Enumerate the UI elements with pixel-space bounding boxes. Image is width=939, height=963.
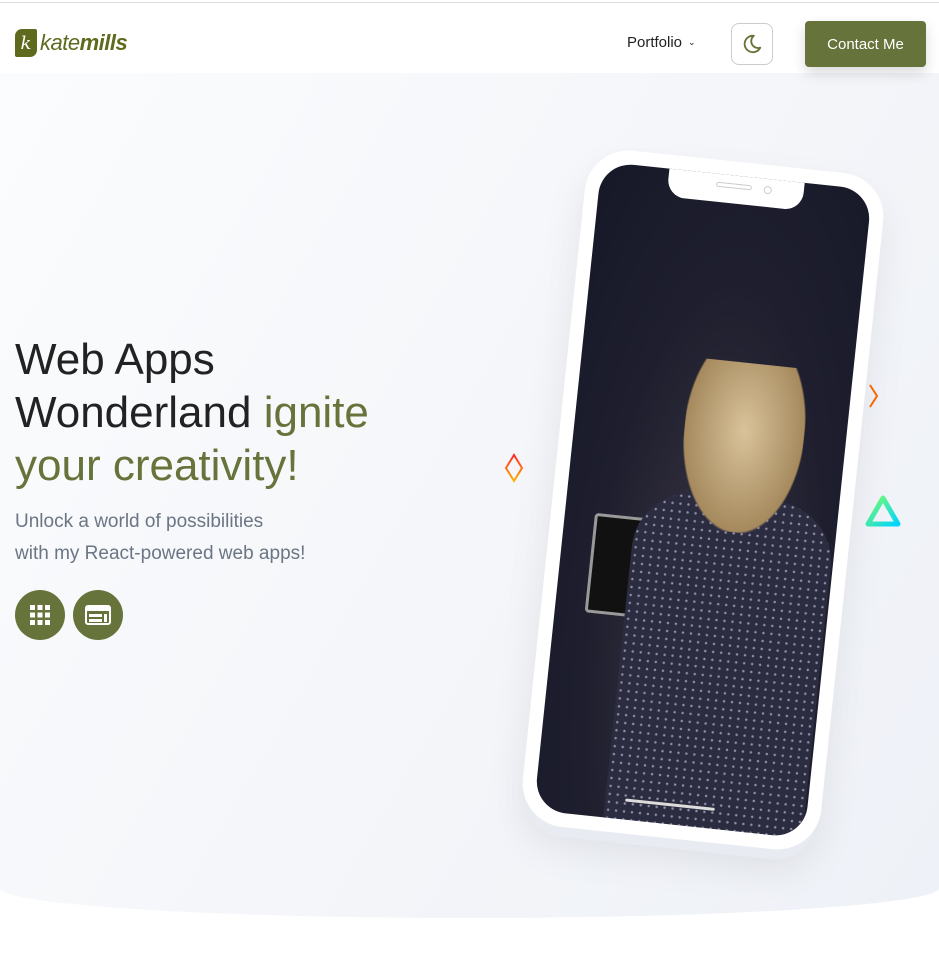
logo-mark: k [15, 29, 37, 57]
person-dress-shape [600, 487, 837, 839]
nav-portfolio-label: Portfolio [627, 34, 683, 51]
apps-grid-button[interactable] [15, 590, 65, 640]
logo[interactable]: k katemills [15, 29, 128, 57]
contact-me-button[interactable]: Contact Me [805, 21, 926, 67]
diamond-decoration-icon [504, 453, 524, 483]
triangle-decoration-icon [865, 495, 901, 527]
moon-icon [743, 34, 762, 54]
title-line2: Wonderland [15, 388, 252, 437]
layout-button[interactable] [73, 590, 123, 640]
layout-icon [85, 605, 111, 625]
theme-toggle-button[interactable] [731, 23, 773, 65]
diamond-decoration-icon-2 [869, 384, 879, 408]
phone-notch [666, 166, 805, 211]
title-accent-1: ignite [263, 388, 369, 437]
title-accent-2: your creativity! [15, 441, 299, 490]
subtitle-line2: with my React-powered web apps! [15, 543, 306, 564]
logo-text: katemills [40, 30, 128, 56]
logo-text-light: kate [40, 30, 80, 55]
title-line1: Web Apps [15, 335, 215, 384]
person-hair-shape [674, 357, 812, 539]
chevron-down-icon: ⌄ [688, 37, 696, 47]
logo-text-bold: mills [79, 30, 128, 55]
nav-portfolio-dropdown[interactable]: Portfolio ⌄ [627, 34, 696, 51]
subtitle-line1: Unlock a world of possibilities [15, 511, 264, 532]
hero-subtitle: Unlock a world of possibilities with my R… [15, 506, 395, 570]
hero-title: Web Apps Wonderland ignite your creativity… [15, 333, 435, 492]
grid-icon [30, 605, 50, 625]
phone-screen-photo [533, 161, 873, 839]
site-header: k katemills Portfolio ⌄ Contact Me [0, 3, 939, 73]
